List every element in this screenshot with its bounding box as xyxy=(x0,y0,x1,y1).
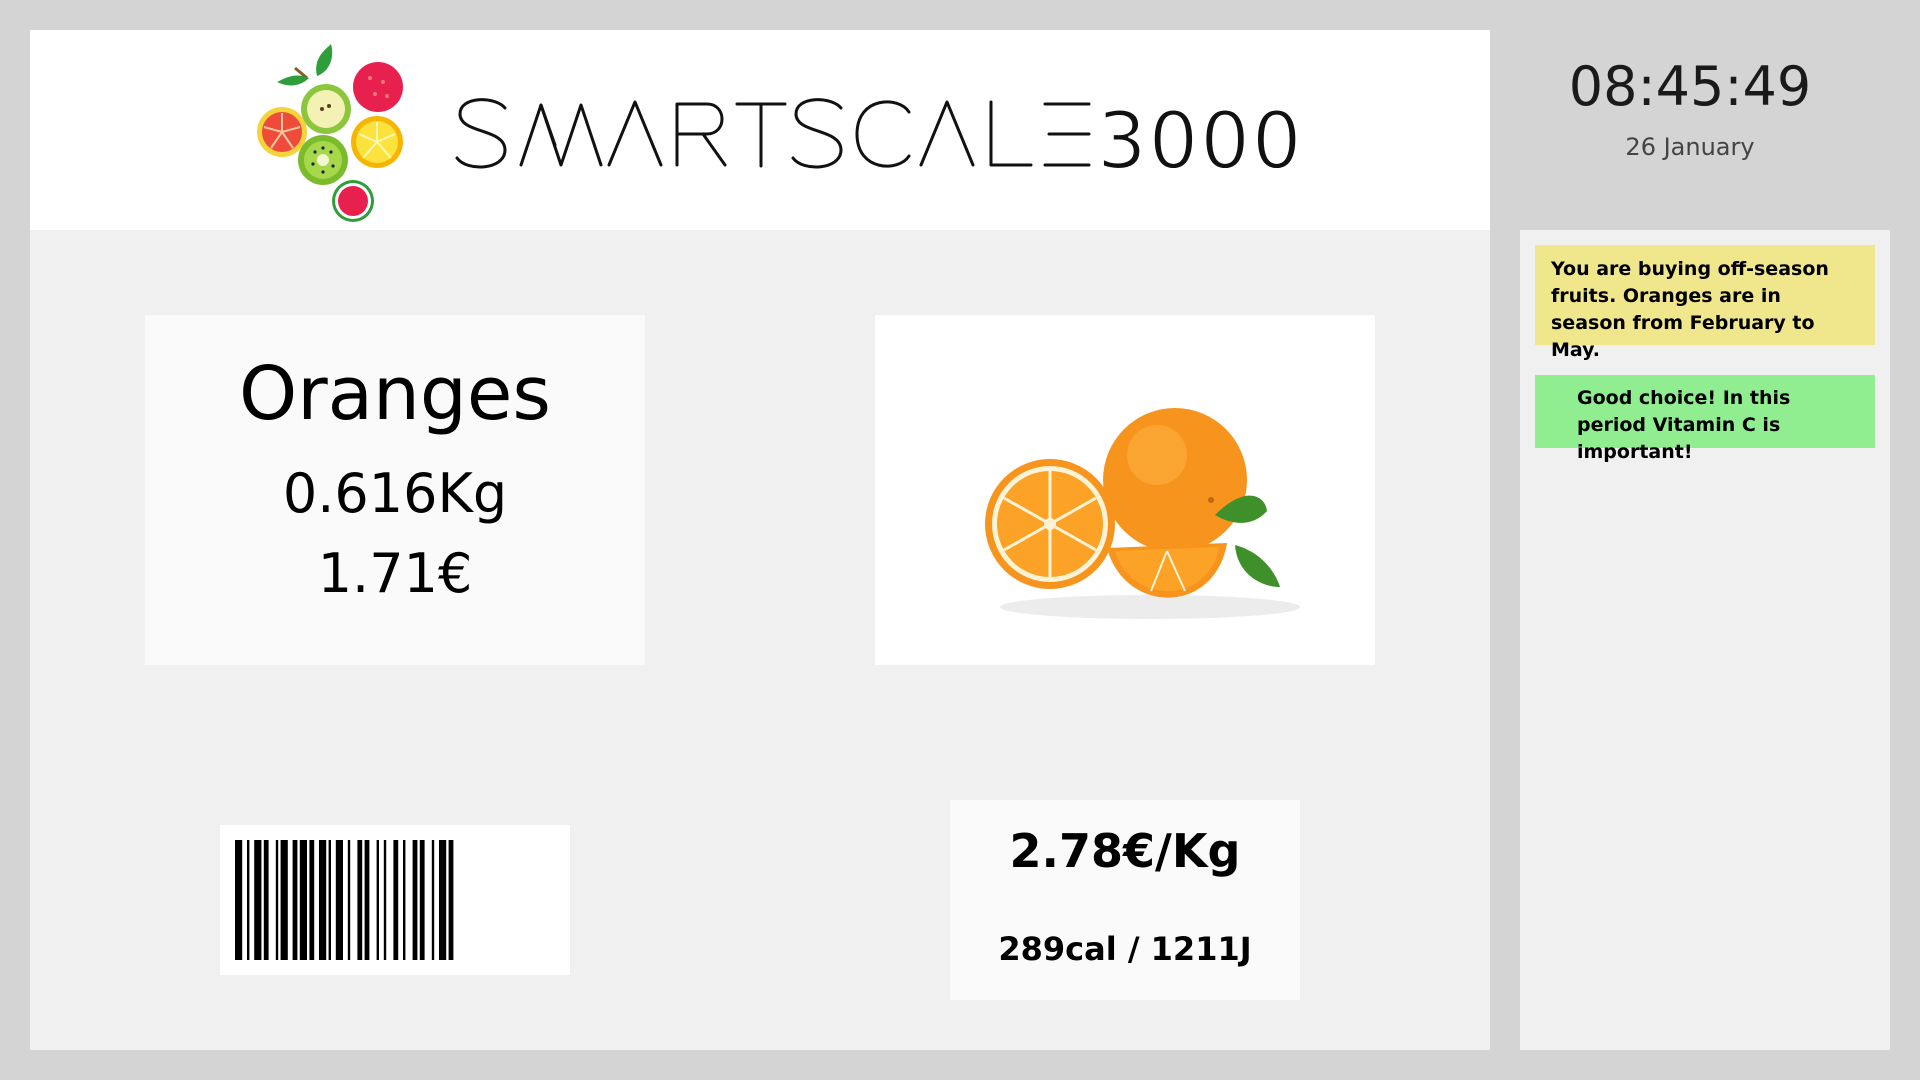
product-summary-card: Oranges 0.616Kg 1.71€ xyxy=(145,315,645,665)
season-warning-notice: You are buying off-season fruits. Orange… xyxy=(1535,245,1875,361)
clock-time: 08:45:49 xyxy=(1568,55,1812,118)
notifications-panel: You are buying off-season fruits. Orange… xyxy=(1520,230,1890,1050)
fruit-logo-icon xyxy=(255,42,415,222)
unit-price: 2.78€/Kg xyxy=(1009,824,1241,878)
product-name: Oranges xyxy=(239,351,551,437)
pricing-info-card: 2.78€/Kg 289cal / 1211J xyxy=(950,800,1300,1000)
product-image xyxy=(875,315,1375,665)
main-panel: 3000 Oranges 0.616Kg 1.71€ 2.78€/Kg 289c… xyxy=(30,30,1490,1050)
header: 3000 xyxy=(30,30,1490,230)
calorie-info: 289cal / 1211J xyxy=(998,930,1252,968)
barcode-icon xyxy=(220,825,570,975)
health-tip-notice: Good choice! In this period Vitamin C is… xyxy=(1535,375,1875,463)
clock-date: 26 January xyxy=(1625,133,1755,161)
brand-wordmark: 3000 xyxy=(455,90,1315,188)
product-price: 1.71€ xyxy=(317,542,473,605)
product-weight: 0.616Kg xyxy=(282,462,508,525)
svg-text:3000: 3000 xyxy=(1097,97,1304,180)
